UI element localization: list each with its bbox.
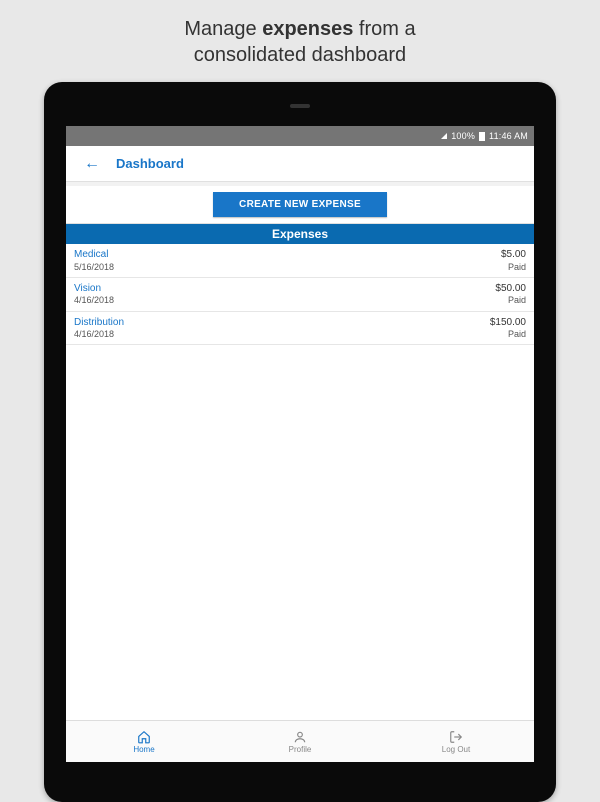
expense-title: Medical bbox=[74, 249, 114, 262]
bottom-nav: Home Profile Log Out bbox=[66, 720, 534, 762]
expenses-section-header: Expenses bbox=[66, 224, 534, 244]
caption-pre: Manage bbox=[184, 18, 262, 40]
app-header: ← Dashboard bbox=[66, 146, 534, 182]
nav-logout-label: Log Out bbox=[442, 745, 470, 754]
expense-amount: $150.00 bbox=[490, 317, 526, 330]
caption-bold: expenses bbox=[262, 18, 353, 40]
create-new-expense-button[interactable]: CREATE NEW EXPENSE bbox=[213, 192, 387, 217]
expense-row[interactable]: Medical 5/16/2018 $5.00 Paid bbox=[66, 244, 534, 278]
tablet-screen: 100% 11:46 AM ← Dashboard CREATE NEW EXP… bbox=[66, 126, 534, 762]
nav-profile-label: Profile bbox=[289, 745, 312, 754]
expense-date: 5/16/2018 bbox=[74, 262, 114, 273]
back-arrow-icon[interactable]: ← bbox=[76, 151, 108, 177]
android-status-bar: 100% 11:46 AM bbox=[66, 126, 534, 146]
nav-profile[interactable]: Profile bbox=[222, 721, 378, 762]
expense-title: Vision bbox=[74, 283, 114, 296]
logout-icon bbox=[449, 730, 463, 744]
expense-status: Paid bbox=[490, 329, 526, 340]
nav-home[interactable]: Home bbox=[66, 721, 222, 762]
expense-status: Paid bbox=[495, 295, 526, 306]
nav-logout[interactable]: Log Out bbox=[378, 721, 534, 762]
battery-level: 100% bbox=[451, 131, 475, 141]
home-icon bbox=[137, 730, 151, 744]
page-title: Dashboard bbox=[116, 156, 184, 171]
expenses-list: Medical 5/16/2018 $5.00 Paid Vision 4/16… bbox=[66, 244, 534, 345]
status-time: 11:46 AM bbox=[489, 131, 528, 141]
signal-icon bbox=[441, 133, 447, 139]
expense-row[interactable]: Distribution 4/16/2018 $150.00 Paid bbox=[66, 312, 534, 346]
tablet-frame: 100% 11:46 AM ← Dashboard CREATE NEW EXP… bbox=[44, 82, 556, 802]
battery-icon bbox=[479, 132, 485, 141]
nav-home-label: Home bbox=[133, 745, 154, 754]
expense-row[interactable]: Vision 4/16/2018 $50.00 Paid bbox=[66, 278, 534, 312]
expense-amount: $50.00 bbox=[495, 283, 526, 296]
content-blank-area bbox=[66, 345, 534, 720]
create-expense-row: CREATE NEW EXPENSE bbox=[66, 186, 534, 224]
expense-status: Paid bbox=[501, 262, 526, 273]
expense-amount: $5.00 bbox=[501, 249, 526, 262]
expense-title: Distribution bbox=[74, 317, 124, 330]
profile-icon bbox=[293, 730, 307, 744]
expense-date: 4/16/2018 bbox=[74, 295, 114, 306]
expense-date: 4/16/2018 bbox=[74, 329, 124, 340]
tablet-camera bbox=[290, 104, 310, 108]
marketing-caption: Manage expenses from a consolidated dash… bbox=[0, 0, 600, 82]
